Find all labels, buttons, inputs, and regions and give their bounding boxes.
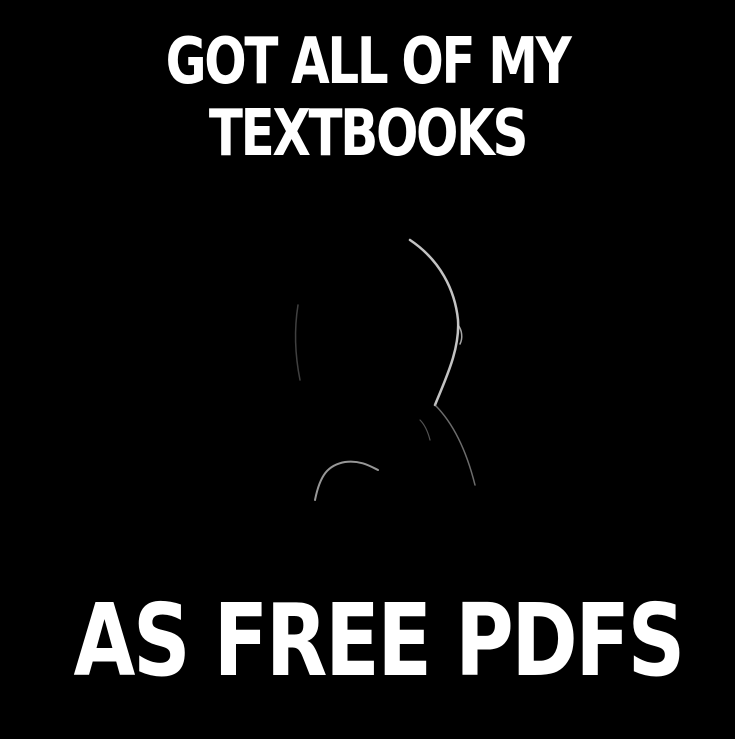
top-caption: GOT ALL OF MY TEXTBOOKS — [0, 26, 735, 170]
bottom-caption: AS FREE PDFS — [73, 582, 686, 699]
shadowy-silhouette-icon — [294, 238, 476, 501]
top-caption-line-2: TEXTBOOKS — [208, 97, 529, 171]
meme-image: GOT ALL OF MY TEXTBOOKS AS FREE PDFS — [0, 0, 735, 739]
top-caption-line-1: GOT ALL OF MY — [165, 25, 572, 99]
